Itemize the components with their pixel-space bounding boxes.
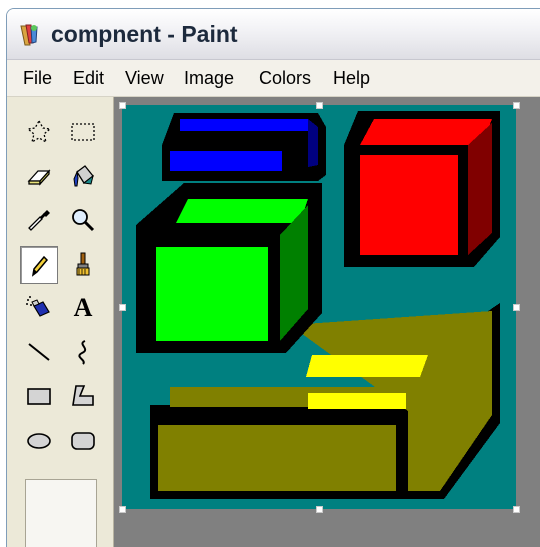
curve-icon xyxy=(78,340,87,365)
eraser-tool[interactable] xyxy=(21,159,57,193)
title-bar[interactable]: compnent - Paint xyxy=(7,9,540,60)
ellipse-icon xyxy=(27,433,51,449)
magnifier-tool[interactable] xyxy=(65,203,101,237)
fill-bucket-icon xyxy=(73,165,94,187)
polygon-icon xyxy=(72,385,94,406)
menu-view[interactable]: View xyxy=(125,68,164,89)
resize-handle-bottom-right[interactable] xyxy=(513,506,520,513)
text-tool[interactable]: A xyxy=(65,291,101,325)
select-icon xyxy=(71,123,95,141)
free-form-select-icon xyxy=(26,119,52,144)
fill-with-color-tool[interactable] xyxy=(65,159,101,193)
resize-handle-top[interactable] xyxy=(316,102,323,109)
pencil-icon xyxy=(31,255,49,277)
eraser-icon xyxy=(27,169,51,186)
eyedropper-icon xyxy=(28,210,50,231)
curve-tool[interactable] xyxy=(65,335,101,369)
resize-handle-bottom-left[interactable] xyxy=(119,506,126,513)
pencil-tool[interactable] xyxy=(20,246,58,284)
menu-edit[interactable]: Edit xyxy=(73,68,104,89)
pick-color-tool[interactable] xyxy=(21,203,57,237)
menu-file[interactable]: File xyxy=(23,68,52,89)
free-form-select-tool[interactable] xyxy=(21,115,57,149)
rounded-rectangle-icon xyxy=(71,432,95,450)
select-tool[interactable] xyxy=(65,115,101,149)
rectangle-icon xyxy=(27,388,51,405)
resize-handle-top-right[interactable] xyxy=(513,102,520,109)
rectangle-tool[interactable] xyxy=(21,379,57,413)
paint-app-icon xyxy=(20,24,38,46)
menu-bar: File Edit View Image Colors Help xyxy=(7,60,540,97)
resize-handle-top-left[interactable] xyxy=(119,102,126,109)
polygon-tool[interactable] xyxy=(65,379,101,413)
drawing-workspace xyxy=(114,97,540,547)
magnifier-icon xyxy=(72,209,95,232)
resize-handle-left[interactable] xyxy=(119,304,126,311)
line-icon xyxy=(28,343,50,361)
resize-handle-right[interactable] xyxy=(513,304,520,311)
airbrush-icon xyxy=(26,296,50,317)
menu-colors[interactable]: Colors xyxy=(259,68,311,89)
brush-icon xyxy=(76,252,90,276)
text-icon: A xyxy=(73,293,93,322)
menu-image[interactable]: Image xyxy=(184,68,234,89)
ellipse-tool[interactable] xyxy=(21,423,57,457)
airbrush-tool[interactable] xyxy=(21,291,57,325)
resize-handle-bottom[interactable] xyxy=(316,506,323,513)
brush-tool[interactable] xyxy=(65,247,101,281)
rounded-rectangle-tool[interactable] xyxy=(65,423,101,457)
menu-help[interactable]: Help xyxy=(333,68,370,89)
drawing-canvas[interactable] xyxy=(119,102,520,513)
pixel-art-image xyxy=(122,105,516,509)
window-title: compnent - Paint xyxy=(51,21,238,47)
line-tool[interactable] xyxy=(21,335,57,369)
paint-window: compnent - Paint File Edit View Image Co… xyxy=(6,8,540,547)
toolbox: A xyxy=(7,97,114,547)
tool-options-box[interactable] xyxy=(25,479,97,547)
